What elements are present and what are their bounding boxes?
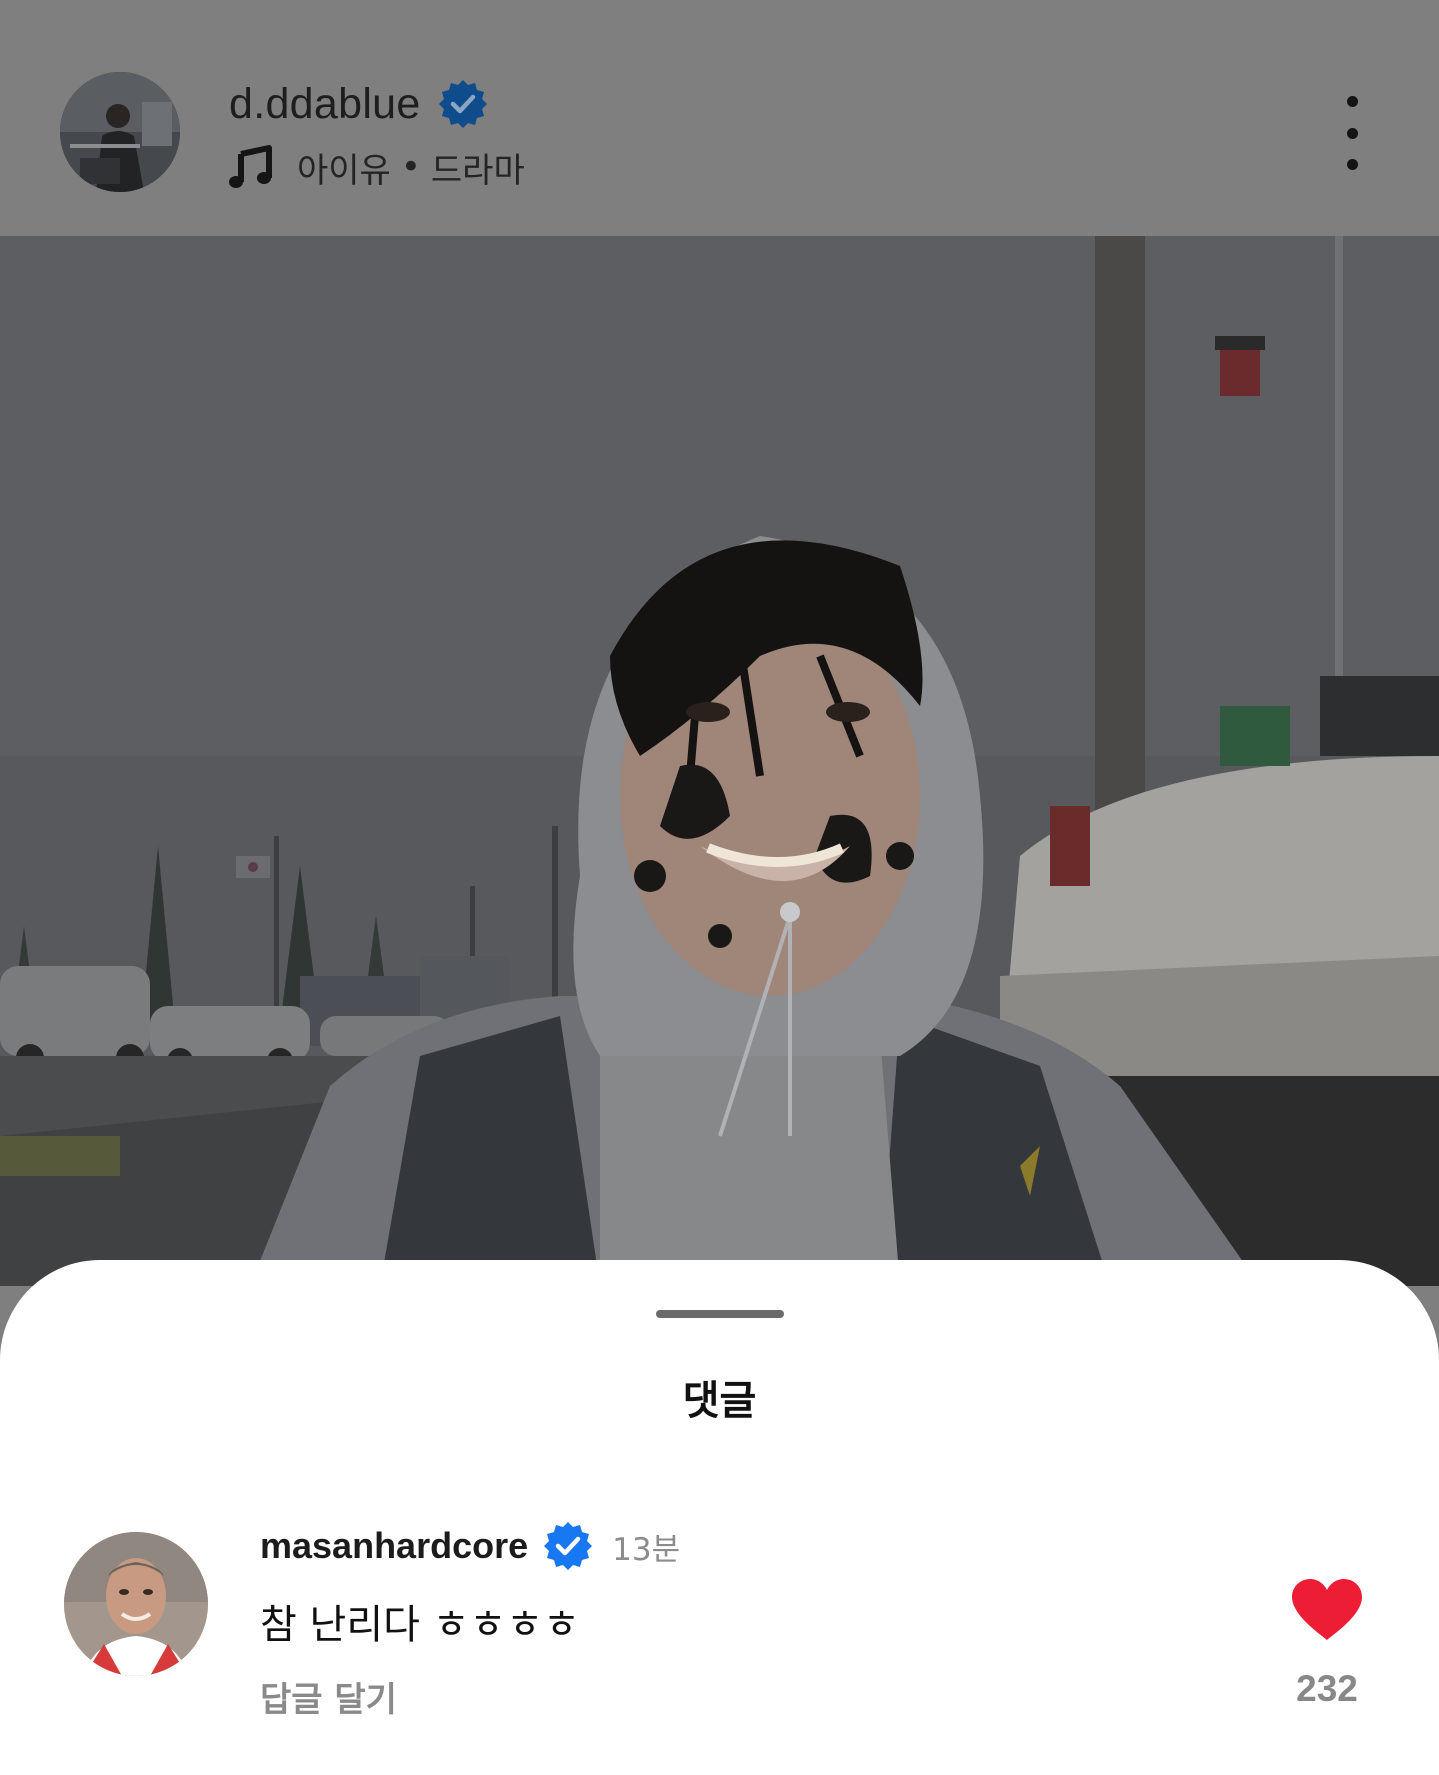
sheet-title: 댓글 bbox=[682, 1378, 757, 1424]
music-row[interactable]: 아이유 • 드라마 bbox=[229, 142, 525, 192]
comment-username[interactable]: masanhardcore bbox=[260, 1525, 528, 1567]
screen: d.ddablue 아이유 • 드라마 댓글 masanhardcore 13분… bbox=[0, 0, 1439, 1775]
more-dot bbox=[1346, 127, 1358, 139]
like-count: 232 bbox=[1296, 1668, 1358, 1709]
more-options-button[interactable] bbox=[1330, 96, 1374, 170]
music-note-icon bbox=[229, 144, 273, 190]
heart-icon bbox=[1292, 1579, 1362, 1640]
more-dot bbox=[1346, 159, 1358, 170]
sheet-grabber[interactable] bbox=[656, 1310, 784, 1318]
reply-button[interactable]: 답글 달기 bbox=[260, 1672, 397, 1721]
comment-header: masanhardcore 13분 bbox=[260, 1518, 680, 1574]
comment-timestamp: 13분 bbox=[612, 1531, 681, 1568]
post-author-avatar[interactable] bbox=[60, 72, 180, 192]
post-username[interactable]: d.ddablue bbox=[229, 80, 421, 129]
post-header: d.ddablue 아이유 • 드라마 bbox=[0, 0, 1439, 236]
post-photo bbox=[0, 236, 1439, 1286]
post-author-row: d.ddablue bbox=[229, 76, 489, 132]
music-title: 드라마 bbox=[430, 150, 525, 191]
verified-badge-icon bbox=[542, 1520, 594, 1572]
music-artist: 아이유 bbox=[297, 150, 391, 191]
comments-sheet: 댓글 masanhardcore 13분 참 난리다 ㅎㅎㅎㅎ 답글 달기 23… bbox=[0, 1260, 1439, 1775]
comment-avatar[interactable] bbox=[64, 1532, 208, 1676]
music-separator: • bbox=[400, 147, 421, 187]
post-media[interactable] bbox=[0, 236, 1439, 1286]
comment-text: 참 난리다 ㅎㅎㅎㅎ bbox=[260, 1602, 580, 1648]
like-button[interactable] bbox=[1290, 1578, 1364, 1642]
verified-badge-icon bbox=[437, 78, 489, 130]
more-vertical-icon bbox=[1346, 96, 1358, 107]
